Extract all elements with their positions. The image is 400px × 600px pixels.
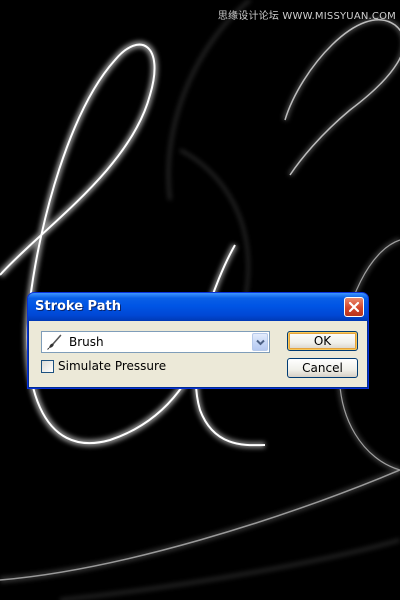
dropdown-button[interactable] [252,333,268,351]
dialog-body: Brush Simulate Pressure OK Cancel [31,321,365,385]
cancel-button[interactable]: Cancel [287,358,358,378]
brush-icon [47,334,62,350]
stroke-path-dialog: Stroke Path Brush Simulate Pressure OK C… [27,292,369,389]
dialog-title: Stroke Path [35,299,121,314]
tool-dropdown[interactable]: Brush [41,331,270,353]
tool-selected-value: Brush [69,335,104,349]
close-icon [348,301,360,313]
simulate-pressure-checkbox[interactable] [41,360,54,373]
close-button[interactable] [344,297,364,317]
watermark-text: 思缘设计论坛 WWW.MISSYUAN.COM [217,11,396,22]
simulate-pressure-label: Simulate Pressure [58,359,167,373]
dialog-titlebar[interactable]: Stroke Path [28,293,368,321]
ok-button[interactable]: OK [287,331,358,351]
chevron-down-icon [256,339,265,346]
